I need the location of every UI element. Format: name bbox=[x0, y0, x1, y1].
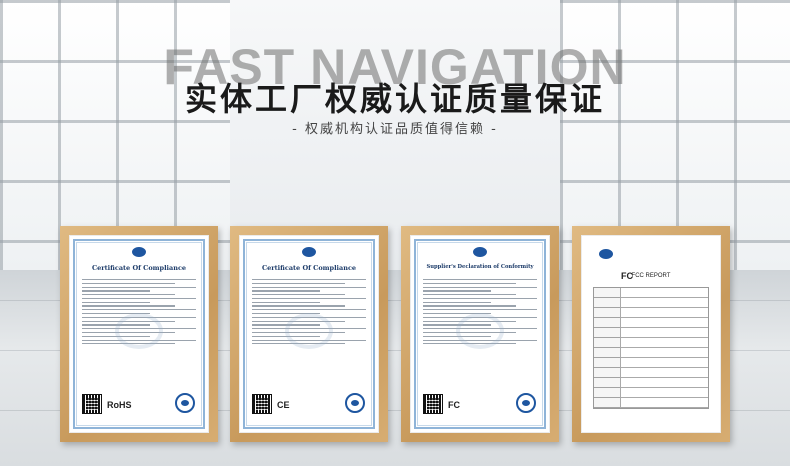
qr-code-icon bbox=[82, 394, 102, 414]
qr-code-icon bbox=[423, 394, 443, 414]
fcc-mark: FC bbox=[448, 400, 460, 410]
certificate-title: FCC REPORT bbox=[631, 273, 671, 279]
lab-logo-icon bbox=[473, 247, 487, 257]
page-subtitle: - 权威机构认证品质值得信赖 - bbox=[292, 122, 498, 137]
lab-logo-icon bbox=[599, 249, 613, 259]
certificate-title: Certificate Of Compliance bbox=[261, 264, 357, 272]
qr-code-icon bbox=[252, 394, 272, 414]
seal-icon bbox=[175, 393, 195, 413]
certificate-frame-fcc-sdoc[interactable]: Supplier's Declaration of Conformity FC bbox=[401, 226, 559, 442]
page-title: 实体工厂权威认证质量保证 bbox=[184, 80, 605, 118]
rohs-mark: RoHS bbox=[107, 400, 132, 410]
ce-mark: CE bbox=[277, 400, 290, 410]
report-table bbox=[593, 287, 709, 409]
seal-icon bbox=[345, 393, 365, 413]
seal-icon bbox=[516, 393, 536, 413]
certificate-paper: Supplier's Declaration of Conformity FC bbox=[410, 235, 550, 433]
certificate-frame-fcc-report[interactable]: FC FCC REPORT bbox=[572, 226, 730, 442]
lab-logo-icon bbox=[302, 247, 316, 257]
certificate-frame-rohs[interactable]: Certificate Of Compliance RoHS bbox=[60, 226, 218, 442]
certificate-frame-ce[interactable]: Certificate Of Compliance CE bbox=[230, 226, 388, 442]
certificate-paper: Certificate Of Compliance RoHS bbox=[69, 235, 209, 433]
certificate-title: Certificate Of Compliance bbox=[91, 264, 187, 272]
lab-logo-icon bbox=[132, 247, 146, 257]
certificate-paper: Certificate Of Compliance CE bbox=[239, 235, 379, 433]
certificate-title: Supplier's Declaration of Conformity bbox=[426, 264, 534, 270]
certificate-paper: FC FCC REPORT bbox=[581, 235, 721, 433]
